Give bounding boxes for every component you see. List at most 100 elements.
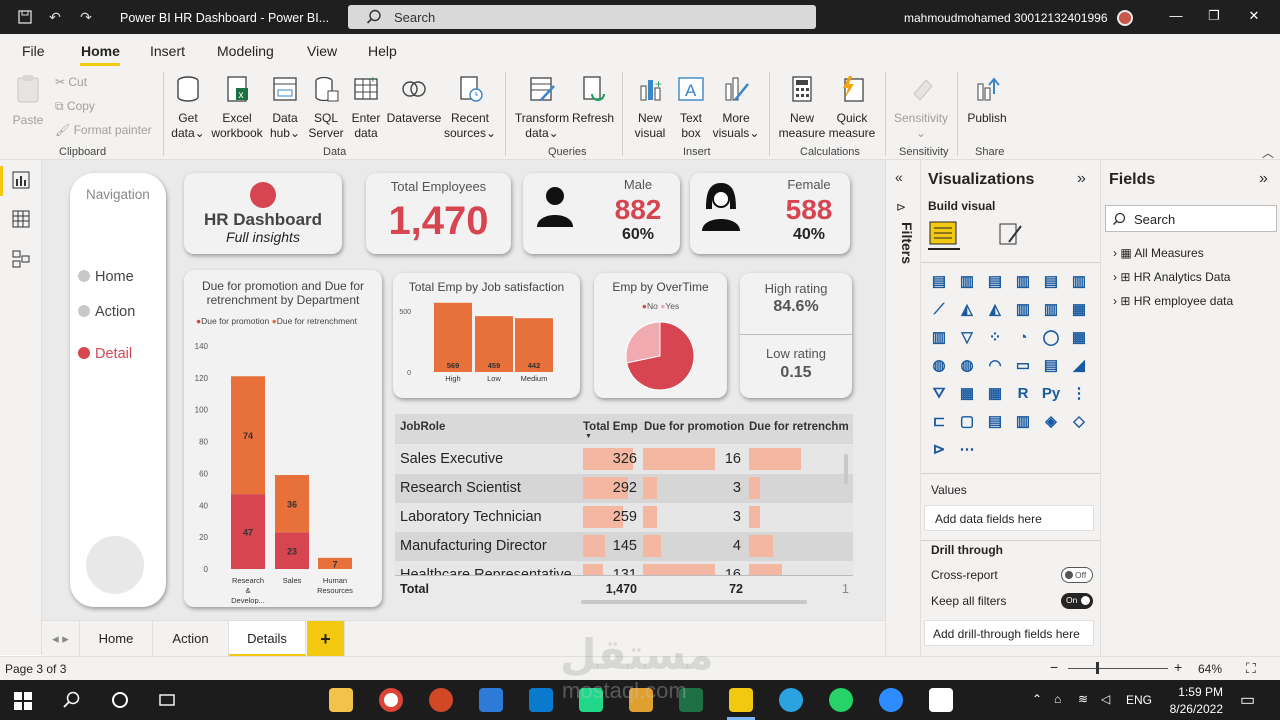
- format-painter-button[interactable]: 🖌 Format painter: [55, 123, 152, 137]
- stacked-bar-icon[interactable]: ▤: [929, 272, 949, 292]
- arcgis-icon[interactable]: ◈: [1041, 412, 1061, 432]
- stacked-column-icon[interactable]: ▥: [957, 272, 977, 292]
- field-table-all-measures[interactable]: › ▦ All Measures: [1113, 246, 1204, 260]
- text-box-button[interactable]: A Text box: [672, 74, 710, 141]
- volume-icon[interactable]: ◁: [1101, 692, 1110, 706]
- data-hub-button[interactable]: Data hub⌄: [265, 74, 305, 141]
- tab-modeling[interactable]: Modeling: [217, 43, 274, 59]
- telegram-icon[interactable]: [779, 688, 803, 712]
- kpi-icon[interactable]: ◢: [1069, 356, 1089, 376]
- cross-report-toggle[interactable]: Off: [1061, 567, 1093, 583]
- dataverse-button[interactable]: Dataverse: [386, 74, 442, 126]
- area-icon[interactable]: ◭: [957, 300, 977, 320]
- waterfall-icon[interactable]: ▥: [929, 328, 949, 348]
- minimize-button[interactable]: —: [1166, 8, 1186, 26]
- language-indicator[interactable]: ENG: [1126, 693, 1152, 707]
- close-button[interactable]: ✕: [1244, 8, 1264, 26]
- publish-button[interactable]: Publish: [964, 74, 1010, 126]
- expand-fields-icon[interactable]: »: [1259, 170, 1268, 188]
- line-column-icon[interactable]: ▥: [1013, 300, 1033, 320]
- zoom-slider[interactable]: [1068, 668, 1168, 669]
- funnel-icon[interactable]: ▽: [957, 328, 977, 348]
- nav-detail-button[interactable]: Detail: [78, 346, 132, 362]
- page-tab-details[interactable]: Details: [229, 621, 306, 657]
- donut-icon[interactable]: ◯: [1041, 328, 1061, 348]
- search-input[interactable]: Search: [348, 5, 816, 29]
- user-name[interactable]: mahmoudmohamed 30012132401996: [904, 11, 1108, 25]
- map-icon[interactable]: ◍: [929, 356, 949, 376]
- gauge-icon[interactable]: ◠: [985, 356, 1005, 376]
- restore-button[interactable]: ❐: [1204, 8, 1224, 26]
- line-clustered-icon[interactable]: ▥: [1041, 300, 1061, 320]
- table-row[interactable]: Sales Executive 326 16: [395, 445, 853, 474]
- quick-measure-button[interactable]: Quick measure: [828, 74, 876, 141]
- pie-icon[interactable]: ◔: [1013, 328, 1033, 348]
- tab-file[interactable]: File: [22, 43, 45, 59]
- table-vscroll[interactable]: [844, 454, 848, 484]
- chrome-icon[interactable]: [379, 688, 403, 712]
- vscode-icon[interactable]: [529, 688, 553, 712]
- sensitivity-button[interactable]: Sensitivity ⌄: [892, 74, 950, 141]
- keep-filters-toggle[interactable]: On: [1061, 593, 1093, 609]
- power-bi-icon[interactable]: [729, 688, 753, 712]
- tab-view[interactable]: View: [307, 43, 337, 59]
- build-visual-tab[interactable]: [928, 218, 960, 250]
- ribbon-icon[interactable]: ▦: [1069, 300, 1089, 320]
- store-icon[interactable]: [479, 688, 503, 712]
- collapse-filters-icon[interactable]: «: [895, 169, 903, 185]
- col-due-promotion[interactable]: Due for promotion: [644, 421, 744, 433]
- 100-column-icon[interactable]: ▥: [1069, 272, 1089, 292]
- field-table-hr-employee[interactable]: › ⊞ HR employee data: [1113, 294, 1233, 308]
- expand-viz-icon[interactable]: »: [1077, 170, 1086, 188]
- enter-data-button[interactable]: + Enter data: [346, 74, 386, 141]
- paste-button[interactable]: Paste: [10, 74, 46, 128]
- save-icon[interactable]: [17, 9, 33, 25]
- cut-button[interactable]: ✂ Cut: [55, 75, 87, 89]
- tab-insert[interactable]: Insert: [150, 43, 185, 59]
- table-hscroll[interactable]: [581, 600, 807, 604]
- clustered-bar-icon[interactable]: ▤: [985, 272, 1005, 292]
- zoom-in-button[interactable]: +: [1174, 659, 1182, 675]
- tab-help[interactable]: Help: [368, 43, 397, 59]
- new-measure-button[interactable]: New measure: [776, 74, 828, 141]
- sql-server-button[interactable]: SQL Server: [307, 74, 345, 141]
- card-icon[interactable]: ▭: [1013, 356, 1033, 376]
- powerpoint-icon[interactable]: [429, 688, 453, 712]
- tab-home[interactable]: Home: [81, 43, 120, 59]
- zoom-icon[interactable]: [879, 688, 903, 712]
- tray-chevron-icon[interactable]: ⌃: [1032, 692, 1042, 706]
- table-row[interactable]: Manufacturing Director 145 4: [395, 532, 853, 561]
- qa-icon[interactable]: ▢: [957, 412, 977, 432]
- field-table-hr-analytics[interactable]: › ⊞ HR Analytics Data: [1113, 270, 1230, 284]
- table-row[interactable]: Research Scientist 292 3: [395, 474, 853, 503]
- table-row[interactable]: Healthcare Representative 131 16: [395, 561, 853, 575]
- zoom-out-button[interactable]: −: [1050, 659, 1058, 675]
- key-influencers-icon[interactable]: ⋮: [1069, 384, 1089, 404]
- nav-home-button[interactable]: Home: [78, 269, 134, 285]
- recent-sources-button[interactable]: Recent sources⌄: [443, 74, 497, 141]
- toggle-circle[interactable]: [86, 536, 144, 594]
- page-tab-home[interactable]: Home: [80, 621, 153, 657]
- paginated-icon[interactable]: ▥: [1013, 412, 1033, 432]
- new-visual-button[interactable]: + New visual: [630, 74, 670, 141]
- stacked-area-icon[interactable]: ◭: [985, 300, 1005, 320]
- values-drop-zone[interactable]: Add data fields here: [924, 505, 1094, 531]
- more-icon[interactable]: ⋯: [957, 440, 977, 460]
- drill-through-drop-zone[interactable]: Add drill-through fields here: [924, 620, 1094, 646]
- python-visual-icon[interactable]: Py: [1041, 384, 1061, 404]
- add-page-button[interactable]: +: [307, 621, 345, 657]
- decomposition-tree-icon[interactable]: ⊏: [929, 412, 949, 432]
- fit-to-page-icon[interactable]: ⛶: [1246, 660, 1256, 677]
- cortana-icon[interactable]: [111, 691, 129, 709]
- avatar[interactable]: [1117, 10, 1133, 26]
- format-visual-icon[interactable]: [997, 220, 1025, 248]
- matrix-icon[interactable]: ▦: [985, 384, 1005, 404]
- task-view-icon[interactable]: [158, 691, 176, 709]
- wifi-icon[interactable]: ≋: [1078, 692, 1088, 706]
- power-automate-icon[interactable]: ⊳: [929, 440, 949, 460]
- page-tab-action[interactable]: Action: [153, 621, 229, 657]
- refresh-button[interactable]: Refresh: [572, 74, 614, 126]
- zoom-slider-thumb[interactable]: [1096, 662, 1099, 674]
- more-visuals-button[interactable]: More visuals⌄: [711, 74, 761, 141]
- multi-row-card-icon[interactable]: ▤: [1041, 356, 1061, 376]
